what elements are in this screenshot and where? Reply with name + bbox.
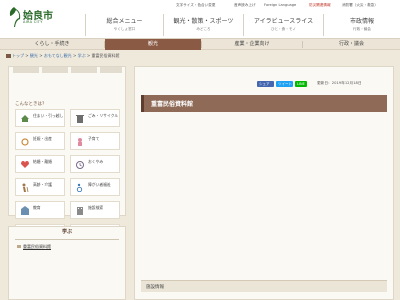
situation-label: 住まい・引っ越し xyxy=(33,113,64,118)
situation-facility-search[interactable]: 施設検索 xyxy=(70,201,120,219)
situation-pregnancy[interactable]: 妊娠・出産 xyxy=(15,132,65,150)
breadcrumb-separator: > xyxy=(25,53,29,58)
situation-label: 妊娠・出産 xyxy=(33,136,52,141)
nav-city-info-sub: 行政・議会 xyxy=(353,27,371,31)
hearts-icon xyxy=(21,161,29,168)
situation-label: 教育 xyxy=(33,205,41,210)
util-link-font-size[interactable]: 文字サイズ・色合い変更 xyxy=(176,3,215,8)
util-link-disaster-info[interactable]: 防災関連情報 xyxy=(309,3,331,8)
sidebar-tab[interactable] xyxy=(42,67,68,73)
situation-bereavement[interactable]: おくやみ xyxy=(70,155,120,173)
situation-label: ごみ・リサイクル xyxy=(88,113,119,118)
util-link-foreign-language[interactable]: Foreign Language xyxy=(264,3,296,7)
breadcrumb-separator: > xyxy=(39,53,43,58)
situation-marriage[interactable]: 結婚・離婚 xyxy=(15,155,65,173)
situation-label: 施設検索 xyxy=(88,205,104,210)
category-nav: くらし・手続き 観光 産業・企業向け 行政・議会 xyxy=(0,38,400,50)
util-link-fire-station[interactable]: 消防署（火災・救急） xyxy=(342,3,378,8)
main-navigation: 総合メニュー やくしょ窓口 観光・散策・スポーツ みどころ アイラビュースライス… xyxy=(85,14,400,36)
facility-info-header: 施設情報 xyxy=(141,280,387,292)
ring-icon xyxy=(21,138,29,146)
situation-label: 障がい者福祉 xyxy=(88,182,111,187)
learn-section: 学ぶ 重富民俗資料館 xyxy=(8,226,126,300)
breadcrumb-separator: > xyxy=(72,53,77,58)
site-header: 姶良市 AIRA CITY 文字サイズ・色合い変更 音声読み上げ Foreign… xyxy=(0,0,400,38)
nav-tourism-sub: みどころ xyxy=(196,27,211,31)
facility-info-heading: 施設情報 xyxy=(146,285,164,290)
home-icon xyxy=(6,54,11,58)
building-icon xyxy=(21,206,29,215)
category-tab-government[interactable]: 行政・議会 xyxy=(303,39,400,50)
category-tab-industry[interactable]: 産業・企業向け xyxy=(202,39,302,50)
sidebar-tab[interactable] xyxy=(100,67,122,73)
nav-general-menu[interactable]: 総合メニュー やくしょ窓口 xyxy=(85,14,163,36)
nav-tourism[interactable]: 観光・散策・スポーツ みどころ xyxy=(163,14,243,36)
page-title-bar: 重富民俗資料館 xyxy=(141,95,387,112)
sidebar-heading: こんなときは？ xyxy=(15,102,47,107)
child-icon xyxy=(78,138,82,146)
learn-link-museum[interactable]: 重富民俗資料館 xyxy=(17,244,51,250)
clock-icon xyxy=(76,161,84,169)
trash-icon xyxy=(76,115,84,123)
situation-label: 高齢・介護 xyxy=(33,182,52,187)
nav-i-love-you-slice[interactable]: アイラビュースライス ひと・食・モノ xyxy=(243,14,323,36)
breadcrumb-separator: > xyxy=(86,53,91,58)
situation-label: 子育て xyxy=(88,136,100,141)
situation-disability[interactable]: 障がい者福祉 xyxy=(70,178,120,196)
breadcrumb: トップ > 観光 > おもてなし観光 > 学ぶ > 重富民俗資料館 xyxy=(6,53,120,60)
learn-divider xyxy=(15,239,119,240)
line-share-button[interactable]: LINE xyxy=(295,81,307,87)
elderly-icon xyxy=(22,183,29,192)
breadcrumb-learn[interactable]: 学ぶ xyxy=(78,53,86,58)
situation-education[interactable]: 教育 xyxy=(15,201,65,219)
twitter-share-button[interactable]: ツイート xyxy=(276,81,293,87)
house-icon xyxy=(21,115,29,122)
logo-subtext: AIRA CITY xyxy=(23,20,43,24)
site-logo[interactable]: 姶良市 AIRA CITY xyxy=(8,6,53,34)
nav-tourism-title: 観光・散策・スポーツ xyxy=(173,18,234,25)
facility-icon xyxy=(77,207,83,215)
main-content: シェア ツイート LINE 更新日：2019年12月18日 重富民俗資料館 施設… xyxy=(134,66,394,300)
nav-general-menu-sub: やくしょ窓口 xyxy=(113,27,136,31)
breadcrumb-hospitality[interactable]: おもてなし観光 xyxy=(44,53,72,58)
facebook-share-button[interactable]: シェア xyxy=(257,81,274,87)
nav-city-info-title: 市政情報 xyxy=(349,18,374,25)
learn-section-title: 学ぶ xyxy=(61,229,72,235)
wheelchair-icon xyxy=(76,183,83,192)
breadcrumb-home[interactable]: トップ xyxy=(12,53,24,58)
nav-general-menu-title: 総合メニュー xyxy=(106,18,143,25)
nav-i-love-you-slice-title: アイラビュースライス xyxy=(253,18,314,25)
situation-childcare[interactable]: 子育て xyxy=(70,132,120,150)
situation-garbage[interactable]: ごみ・リサイクル xyxy=(70,109,120,127)
util-link-voice-reader[interactable]: 音声読み上げ xyxy=(234,3,256,8)
sidebar-tab-strip xyxy=(9,67,125,75)
sidebar-tab[interactable] xyxy=(71,67,97,73)
nav-city-info[interactable]: 市政情報 行政・議会 xyxy=(323,14,400,36)
category-tab-living[interactable]: くらし・手続き xyxy=(0,39,104,50)
situation-label: 結婚・離婚 xyxy=(33,159,52,164)
last-updated: 更新日：2019年12月18日 xyxy=(317,81,362,85)
breadcrumb-current: 重富民俗資料館 xyxy=(91,53,120,58)
situation-label: おくやみ xyxy=(88,159,104,164)
sidebar-situations: こんなときは？ 住まい・引っ越し ごみ・リサイクル 妊娠・出産 子育て 結婚・離… xyxy=(8,66,126,242)
sidebar-tab[interactable] xyxy=(13,67,39,73)
nav-i-love-you-slice-sub: ひと・食・モノ xyxy=(270,27,297,31)
category-tab-tourism[interactable]: 観光 xyxy=(105,39,201,50)
situation-moving[interactable]: 住まい・引っ越し xyxy=(15,109,65,127)
breadcrumb-tourism[interactable]: 観光 xyxy=(30,53,38,58)
page-title: 重富民俗資料館 xyxy=(151,101,194,108)
utility-links: 文字サイズ・色合い変更 音声読み上げ Foreign Language 防災関連… xyxy=(176,3,400,11)
logo-mark-icon xyxy=(9,7,21,27)
situation-elderly-care[interactable]: 高齢・介護 xyxy=(15,178,65,196)
